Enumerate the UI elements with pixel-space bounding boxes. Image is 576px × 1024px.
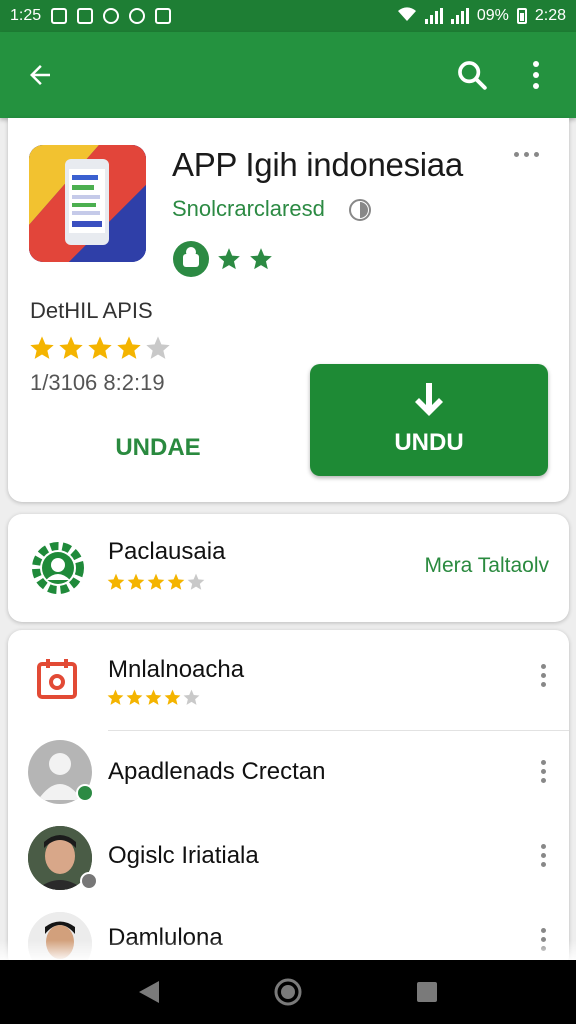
list-card: Mnlalnoacha Apadlenads Crectan Ogislc Ir…: [8, 630, 569, 976]
detail-date: 1/3106 8:2:19: [30, 370, 165, 395]
featured-title: Paclausaia: [108, 538, 226, 565]
detail-title: DetHIL APIS: [30, 298, 153, 323]
back-button[interactable]: [18, 53, 62, 97]
star-filled-icon: [30, 336, 54, 359]
developer-name[interactable]: Snolcrarclaresd: [172, 196, 325, 222]
download-arrow-icon: [415, 383, 443, 416]
star-filled-icon: [145, 689, 162, 705]
android-badge-icon: [173, 241, 209, 277]
list-item-more-button[interactable]: [541, 844, 547, 867]
status-time-left: 1:25: [10, 7, 42, 24]
list-item-rating: [106, 688, 201, 707]
calendar-icon: [37, 659, 77, 699]
recents-nav-icon[interactable]: [415, 980, 439, 1004]
featured-gear-icon: [32, 542, 84, 594]
star-filled-icon: [107, 573, 125, 590]
list-item[interactable]: Damlulona: [8, 894, 569, 976]
arrow-left-icon: [30, 65, 50, 85]
status-time-right: 2:28: [534, 7, 566, 24]
search-icon: [458, 61, 487, 90]
badge-star-icon: [218, 248, 240, 270]
system-nav-bar: [0, 960, 576, 1024]
app-title: APP Igih indonesiaa: [172, 146, 463, 183]
star-filled-icon: [164, 689, 181, 705]
online-badge-icon: [76, 784, 94, 802]
star-empty-icon: [183, 689, 200, 705]
card-more-button[interactable]: [514, 152, 539, 157]
developer-badge-icon: [349, 199, 371, 221]
list-item-more-button[interactable]: [541, 760, 547, 783]
download-button-label: UNDU: [394, 429, 464, 456]
badge-star-icon: [250, 248, 272, 270]
star-filled-icon: [88, 336, 112, 359]
battery-percent: 09%: [476, 7, 509, 24]
signal-icon-2: [450, 8, 469, 24]
featured-card[interactable]: Paclausaia Mera Taltaolv: [8, 514, 569, 622]
star-empty-icon: [187, 573, 205, 590]
more-vert-icon: [533, 61, 539, 89]
star-filled-icon: [59, 336, 83, 359]
rating-stars: [28, 334, 172, 362]
list-item[interactable]: Mnlalnoacha: [8, 630, 569, 730]
list-item-more-button[interactable]: [541, 664, 547, 687]
signal-icon: [424, 8, 443, 24]
search-button[interactable]: [450, 53, 494, 97]
secondary-button[interactable]: UNDAE: [88, 418, 228, 478]
app-bar: [0, 32, 576, 118]
list-item-title: Mnlalnoacha: [108, 656, 245, 683]
app-detail-card: APP Igih indonesiaa Snolcrarclaresd DetH…: [8, 118, 569, 502]
star-filled-icon: [127, 573, 145, 590]
list-item[interactable]: Apadlenads Crectan: [8, 730, 569, 812]
back-nav-icon[interactable]: [137, 979, 161, 1005]
notification-icon: [51, 8, 68, 24]
status-badge-icon: [80, 872, 98, 890]
wifi-icon: [397, 6, 417, 27]
star-filled-icon: [107, 689, 124, 705]
battery-icon: [516, 8, 527, 24]
image-icon: [77, 8, 94, 24]
featured-rating-stars: [106, 572, 206, 592]
featured-link[interactable]: Mera Taltaolv: [424, 554, 549, 578]
home-nav-icon[interactable]: [274, 978, 302, 1006]
chat-icon: [129, 8, 146, 24]
star-filled-icon: [126, 689, 143, 705]
list-item-more-button[interactable]: [541, 928, 547, 951]
app-notification-icon: [103, 8, 120, 24]
app-icon[interactable]: [29, 145, 146, 262]
star-empty-icon: [146, 336, 170, 359]
list-item-title: Ogislc Iriatiala: [108, 842, 259, 869]
download-button[interactable]: UNDU: [310, 364, 548, 476]
status-bar: 1:25 09% 2:28: [0, 0, 576, 32]
list-item-title: Apadlenads Crectan: [108, 758, 326, 785]
star-filled-icon: [167, 573, 185, 590]
more-menu-button[interactable]: [514, 53, 558, 97]
clipboard-icon: [155, 8, 172, 24]
badge-row: [172, 240, 274, 278]
list-item-title: Damlulona: [108, 924, 223, 951]
list-item[interactable]: Ogislc Iriatiala: [8, 812, 569, 894]
star-filled-icon: [147, 573, 165, 590]
star-filled-icon: [117, 336, 141, 359]
